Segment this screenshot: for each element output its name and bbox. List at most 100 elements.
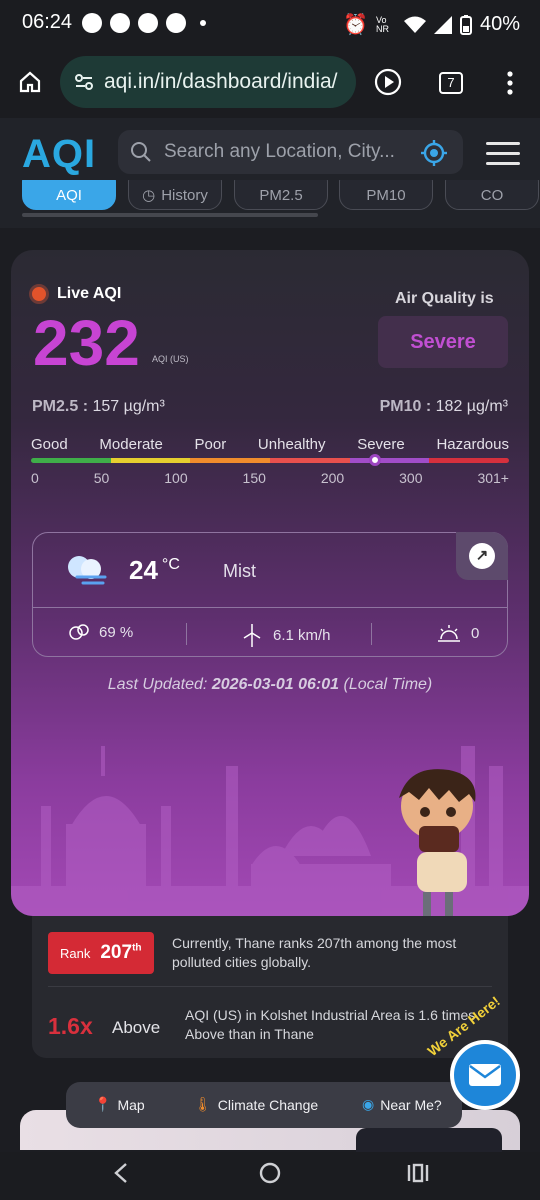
divider [186,623,187,645]
scale-number: 301+ [477,470,509,486]
url-text: aqi.in/in/dashboard/india/ [104,70,338,93]
scale-number: 0 [31,470,39,486]
uv-stat: 0 [437,623,479,643]
scale-segment [110,458,191,463]
tab-switcher-button[interactable]: 7 [439,72,463,94]
aqi-scale-numbers: 0 50 100 150 200 300 301+ [31,470,509,486]
aqi-multiplier: 1.6x [48,1013,93,1039]
rank-badge: Rank 207th [48,932,154,974]
scale-number: 150 [242,470,266,486]
scale-number: 300 [399,470,423,486]
play-icon[interactable] [374,68,402,96]
more-dot-icon [200,20,206,26]
scale-label: Good [31,436,68,453]
climate-change-button[interactable]: 🌡 Climate Change [194,1096,318,1113]
threads-icon [138,13,158,33]
wifi-icon [403,16,426,33]
air-quality-status-badge: Severe [378,316,508,368]
wind-turbine-icon [243,624,261,647]
scale-segment [190,458,271,463]
humidity-icon [69,624,89,640]
url-bar[interactable]: aqi.in/in/dashboard/india/ [60,56,356,108]
last-updated: Last Updated: 2026-03-01 06:01 (Local Ti… [107,676,433,693]
thermometer-icon: 🌡 [194,1096,212,1112]
live-indicator-icon [29,284,49,304]
near-me-icon: ◉ [362,1096,375,1112]
alarm-icon: ⏰ [343,14,368,36]
scale-segment [429,458,509,463]
map-button[interactable]: 📍 Map [94,1096,145,1113]
notification-icons [82,13,206,33]
weather-summary: 24 °C Mist ↗ [33,532,508,608]
tab-pm10[interactable]: PM10 [339,180,433,210]
mail-icon [469,1064,501,1086]
browser-toolbar: aqi.in/in/dashboard/india/ 7 [0,46,540,118]
open-weather-button[interactable]: ↗ [456,532,508,580]
scale-number: 50 [93,470,110,486]
search-icon [131,142,151,162]
scale-label: Unhealthy [257,436,326,453]
map-pin-icon: 📍 [94,1096,112,1112]
facebook-icon [166,13,186,33]
tab-aqi[interactable]: AQI [22,180,116,210]
aqi-logo[interactable]: AQI [22,132,96,177]
scale-label: Severe [357,436,405,453]
aqi-scale-bar [31,458,509,463]
back-icon[interactable] [112,1162,130,1184]
history-icon: ◷ [142,187,156,204]
scale-number: 100 [164,470,188,486]
divider [48,986,492,987]
tab-pm25[interactable]: PM2.5 [234,180,328,210]
battery-icon [459,14,472,35]
humidity-stat: 69 % [69,623,133,641]
scale-label: Hazardous [436,436,509,453]
temperature: 24 °C [129,555,180,585]
location-search[interactable]: Search any Location, City... [118,130,463,174]
scale-segment [270,458,350,463]
wind-stat: 6.1 km/h [241,623,331,647]
recents-icon[interactable] [406,1162,430,1184]
arrow-up-right-icon: ↗ [469,543,495,569]
masked-boy-mascot [399,769,476,916]
contact-mail-button[interactable] [450,1040,520,1110]
live-aqi-label: Live AQI [29,284,121,304]
uv-sun-icon [438,625,460,642]
system-navigation-bar [0,1152,540,1200]
mist-weather-icon [68,556,107,585]
site-settings-icon[interactable] [74,72,94,92]
tab-co[interactable]: CO [445,180,539,210]
pm10-reading: PM10 : 182 µg/m³ [379,398,508,415]
battery-percent: 40% [479,13,520,35]
scale-segment [31,458,111,463]
clock: 06:24 [22,11,73,33]
weather-condition: Mist [223,561,256,581]
home-circle-icon[interactable] [258,1161,282,1185]
home-icon[interactable] [18,70,42,94]
volte-icon: Vo NR [375,14,389,34]
preview-overlay [356,1128,502,1152]
aqi-scale-labels: Good Moderate Poor Unhealthy Severe Haza… [31,436,509,453]
tab-history[interactable]: ◷ History [128,180,222,210]
floating-nav: 📍 Map 🌡 Climate Change ◉ Near Me? [66,1082,462,1128]
near-me-button[interactable]: ◉ Near Me? [362,1096,442,1113]
weather-panel: 24 °C Mist ↗ 69 % 6.1 km/h 0 [32,532,508,657]
aqi-scale-marker [369,454,381,466]
scale-segment [349,458,430,463]
locate-me-icon[interactable] [420,139,448,167]
scale-label: Poor [194,436,227,453]
overflow-menu-icon[interactable] [500,70,520,96]
signal-icon [433,15,452,34]
comparison-direction: Above [112,1018,161,1037]
status-bar: 06:24 ⏰ Vo NR 40% [0,0,540,46]
scale-label: Moderate [99,436,163,453]
aqi-value: 232 [33,307,140,379]
messenger-icon [110,13,130,33]
hamburger-menu-icon[interactable] [486,142,520,172]
system-icons: ⏰ Vo NR 40% [343,12,520,37]
rank-description: Currently, Thane ranks 207th among the m… [172,935,457,970]
divider [371,623,372,645]
scale-number: 200 [320,470,345,486]
air-quality-label: Air Quality is [395,290,494,307]
site-header: AQI Search any Location, City... AQI ◷ Hi… [0,118,540,228]
tabs-scrollbar[interactable] [22,213,318,217]
